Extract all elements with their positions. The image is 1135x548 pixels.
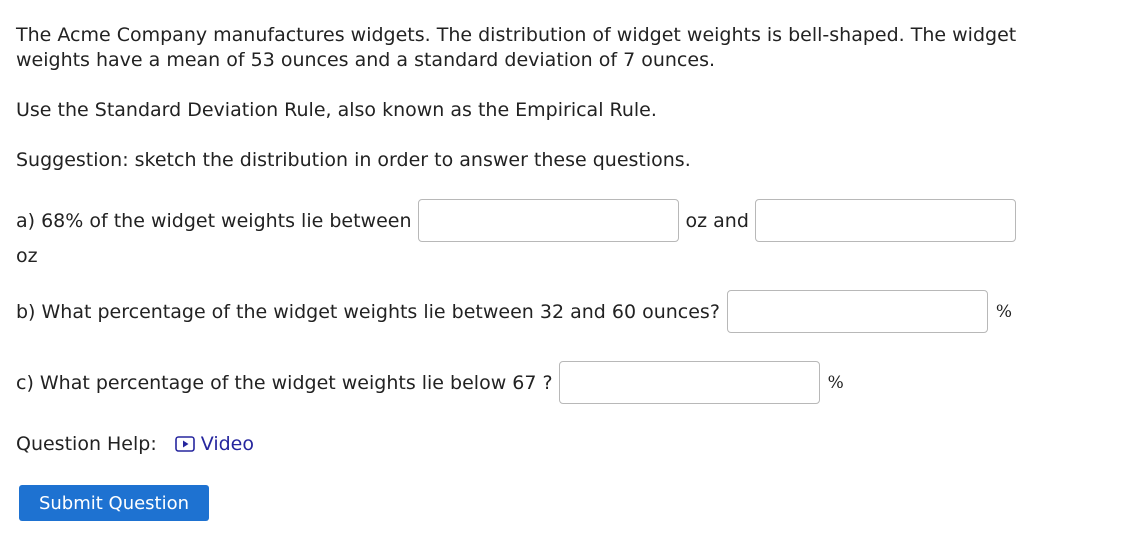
part-a-row: a) 68% of the widget weights lie between… (16, 199, 1016, 242)
instruction-text: Use the Standard Deviation Rule, also kn… (16, 99, 657, 121)
play-icon (174, 436, 195, 452)
part-c-percent-unit: % (827, 372, 844, 393)
video-help-label: Video (200, 433, 254, 455)
part-c-input[interactable] (558, 361, 820, 404)
part-a-prefix: a) 68% of the widget weights lie between (16, 209, 412, 232)
part-a-lower-input[interactable] (417, 199, 679, 242)
part-b-question: b) What percentage of the widget weights… (16, 300, 720, 323)
part-b-row: b) What percentage of the widget weights… (16, 290, 1012, 333)
part-c-row: c) What percentage of the widget weights… (16, 361, 844, 404)
submit-question-button[interactable]: Submit Question (19, 485, 209, 521)
question-help: Question Help: Video (16, 433, 254, 455)
suggestion-text: Suggestion: sketch the distribution in o… (16, 149, 691, 171)
part-b-percent-unit: % (995, 301, 1013, 322)
part-c-question: c) What percentage of the widget weights… (16, 371, 553, 394)
video-help-link[interactable]: Video (174, 433, 254, 455)
part-a-upper-input[interactable] (754, 199, 1016, 242)
part-a-between-label: oz and (685, 209, 749, 232)
problem-intro: The Acme Company manufactures widgets. T… (16, 23, 1016, 73)
part-a-unit-label: oz (16, 245, 38, 267)
problem-intro-line-1: The Acme Company manufactures widgets. T… (16, 24, 1017, 46)
part-b-input[interactable] (726, 290, 988, 333)
problem-intro-line-2: weights have a mean of 53 ounces and a s… (16, 49, 716, 71)
question-help-label: Question Help: (16, 433, 157, 455)
